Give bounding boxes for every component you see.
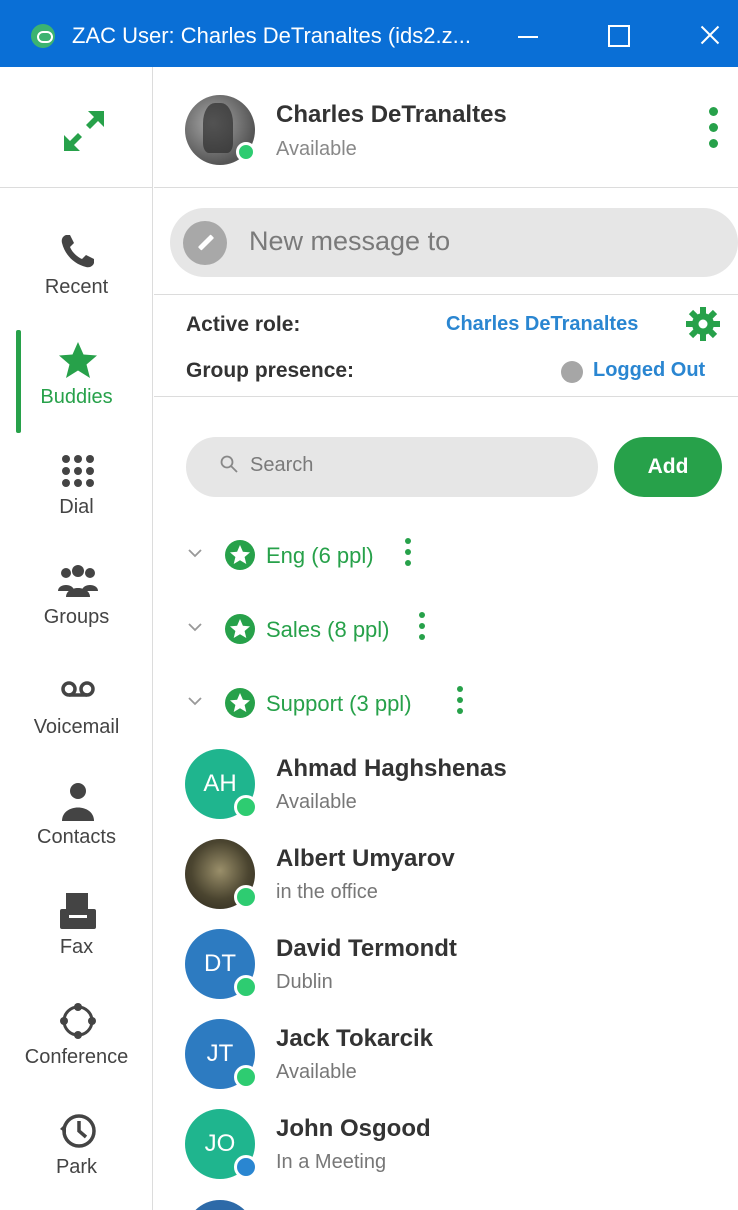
group-row-eng[interactable]: Eng (6 ppl) [154,534,738,578]
group-presence-link[interactable]: Logged Out [593,359,705,382]
phone-icon [61,235,94,268]
clock-icon [60,1114,96,1148]
buddy-row[interactable]: DT David Termondt Dublin [154,929,738,1019]
buddy-name: Albert Umyarov [276,845,455,872]
chevron-down-icon[interactable] [188,620,202,634]
search-input[interactable]: Search [186,437,598,497]
group-label: Support (3 ppl) [266,691,412,716]
expand-icon [64,111,104,151]
buddy-row[interactable]: AH Ahmad Haghshenas Available [154,749,738,839]
nav-label: Contacts [37,826,116,848]
compose-icon [183,221,227,265]
logged-out-status-icon [561,361,583,383]
person-icon [62,783,94,821]
active-role-link[interactable]: Charles DeTranaltes [446,313,638,336]
user-status[interactable]: Available [276,138,357,161]
nav-label: Park [55,1156,98,1178]
presence-available-icon [234,975,258,999]
star-badge-icon [225,540,255,570]
buddy-row[interactable]: Albert Umyarov in the office [154,839,738,929]
group-label: Sales (8 ppl) [266,617,390,642]
new-message-input[interactable]: New message to [170,208,738,277]
user-header: Charles DeTranaltes Available [154,67,738,188]
main-panel: Charles DeTranaltes Available New messag… [154,67,738,1210]
nav-item-voicemail[interactable]: Voicemail [0,663,153,773]
buddy-row[interactable]: JO John Osgood In a Meeting [154,1109,738,1199]
buddy-avatar[interactable] [185,1200,255,1210]
fax-icon [60,893,96,929]
active-role-label: Active role: [186,313,301,336]
group-more-icon[interactable] [405,538,411,568]
dialpad-icon [62,455,94,487]
nav-label: Dial [59,496,94,518]
search-icon [220,455,238,473]
presence-available-icon [234,1065,258,1089]
nav-item-conference[interactable]: Conference [0,993,153,1103]
nav-label: Conference [24,1046,129,1068]
voicemail-icon [61,681,95,697]
nav-item-fax[interactable]: Fax [0,883,153,993]
buddy-name: David Termondt [276,935,457,962]
group-icon [58,565,98,597]
star-icon [59,342,97,378]
presence-available-icon [234,795,258,819]
chevron-down-icon[interactable] [188,694,202,708]
nav-item-contacts[interactable]: Contacts [0,773,153,883]
group-presence-label: Group presence: [186,359,355,382]
expand-button[interactable] [0,67,153,188]
nav-label: Recent [44,276,109,298]
buddy-status: Dublin [276,971,333,993]
minimize-button[interactable] [488,0,568,67]
nav-item-buddies[interactable]: Buddies [0,333,153,443]
nav-item-park[interactable]: Park [0,1103,153,1210]
close-button[interactable] [668,0,738,67]
buddy-name: Ahmad Haghshenas [276,755,507,782]
buddy-status: Available [276,791,357,813]
nav-label: Groups [43,606,110,628]
title-bar: ZAC User: Charles DeTranaltes (ids2.z... [0,0,738,67]
buddy-status: in the office [276,881,378,903]
chevron-down-icon[interactable] [188,546,202,560]
presence-meeting-icon [234,1155,258,1179]
window-title: ZAC User: Charles DeTranaltes (ids2.z... [72,23,471,48]
nav-label: Voicemail [33,716,120,738]
more-options-icon[interactable] [708,107,718,151]
left-nav: Recent Buddies Dial Groups Voicemail Con… [0,67,153,1210]
conference-icon [60,1003,96,1039]
buddy-name: John Osgood [276,1115,431,1142]
star-badge-icon [225,614,255,644]
group-row-sales[interactable]: Sales (8 ppl) [154,608,738,652]
app-logo-icon [31,24,55,48]
buddy-name: Jack Tokarcik [276,1025,433,1052]
maximize-button[interactable] [578,0,658,67]
nav-item-groups[interactable]: Groups [0,553,153,663]
nav-label: Fax [59,936,94,958]
nav-label: Buddies [40,386,113,408]
group-label: Eng (6 ppl) [266,543,374,568]
star-badge-icon [225,688,255,718]
buddy-status: Available [276,1061,357,1083]
add-buddy-button[interactable]: Add [614,437,722,497]
buddy-status: In a Meeting [276,1151,387,1173]
presence-available-icon [236,142,256,162]
nav-item-recent[interactable]: Recent [0,223,153,333]
role-panel: Active role: Charles DeTranaltes Group p… [154,294,738,397]
group-row-support[interactable]: Support (3 ppl) [154,682,738,726]
user-name: Charles DeTranaltes [276,101,507,128]
gear-icon[interactable] [685,306,721,342]
group-more-icon[interactable] [457,686,463,716]
nav-item-dial[interactable]: Dial [0,443,153,553]
new-message-placeholder: New message to [249,226,451,256]
search-placeholder: Search [250,454,314,476]
presence-available-icon [234,885,258,909]
group-more-icon[interactable] [419,612,425,642]
buddy-row[interactable]: JT Jack Tokarcik Available [154,1019,738,1109]
